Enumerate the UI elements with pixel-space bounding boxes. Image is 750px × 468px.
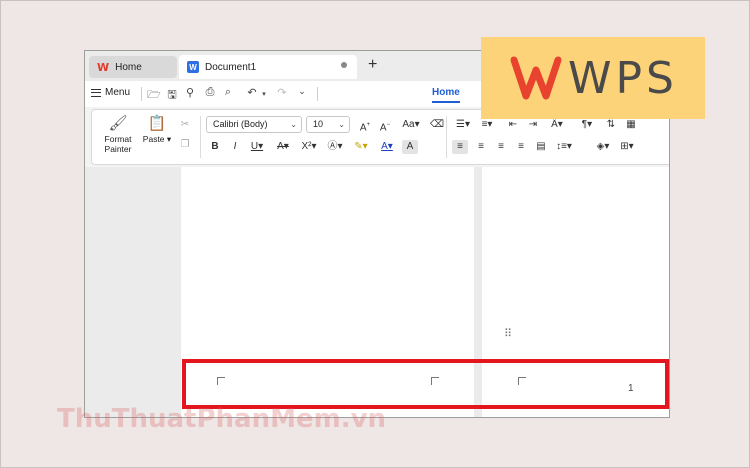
borders-icon[interactable]: ⊞▾ bbox=[616, 140, 638, 154]
undo-dropdown-icon[interactable]: ▾ bbox=[257, 90, 271, 98]
new-tab-button[interactable]: + bbox=[368, 55, 377, 75]
divider bbox=[141, 87, 142, 101]
clear-format-icon[interactable]: ⌫ bbox=[428, 118, 446, 132]
strikethrough-icon[interactable]: A▾ bbox=[272, 140, 294, 154]
shading-icon[interactable]: ◈▾ bbox=[592, 140, 614, 154]
distributed-icon[interactable]: ▤ bbox=[532, 140, 550, 154]
bullets-icon[interactable]: ☰▾ bbox=[452, 118, 474, 132]
chevron-down-icon: ⌄ bbox=[290, 120, 297, 129]
text-effects-icon[interactable]: Ⓐ▾ bbox=[324, 140, 346, 154]
tab-document1[interactable]: W Document1 bbox=[179, 55, 357, 79]
customize-chevron-icon[interactable]: ⌄ bbox=[295, 86, 309, 97]
format-painter-label: Format Painter bbox=[104, 134, 132, 154]
divider bbox=[200, 116, 201, 158]
menu-label: Menu bbox=[105, 87, 131, 98]
format-painter-button[interactable]: 🖌 Format Painter bbox=[100, 114, 136, 154]
writer-document-icon: W bbox=[187, 61, 199, 73]
grow-font-icon[interactable]: A+ bbox=[356, 118, 374, 135]
footer-highlight-box bbox=[182, 359, 669, 409]
justify-icon[interactable]: ≡ bbox=[512, 140, 530, 154]
numbering-icon[interactable]: ≡▾ bbox=[476, 118, 498, 132]
font-color-icon[interactable]: A▾ bbox=[376, 140, 398, 154]
ribbon-tab-home[interactable]: Home bbox=[432, 87, 460, 103]
divider bbox=[317, 87, 318, 101]
divider bbox=[446, 116, 447, 158]
paste-button[interactable]: 📋 Paste ▾ bbox=[140, 114, 174, 144]
tab-home[interactable]: W Home bbox=[89, 56, 177, 78]
unsaved-dot-icon[interactable] bbox=[341, 62, 347, 68]
clipboard-icon: 📋 bbox=[147, 115, 167, 132]
change-case-icon[interactable]: Aa▾ bbox=[398, 118, 424, 132]
align-right-icon[interactable]: ≡ bbox=[492, 140, 510, 154]
font-size-select[interactable]: 10 ⌄ bbox=[306, 116, 350, 133]
tab-document-label: Document1 bbox=[205, 61, 257, 73]
superscript-icon[interactable]: X²▾ bbox=[298, 140, 320, 154]
sort-icon[interactable]: ⇅ bbox=[602, 118, 620, 132]
decrease-indent-icon[interactable]: ⇤ bbox=[504, 118, 522, 132]
wps-logo-icon: W bbox=[97, 60, 110, 74]
italic-icon[interactable]: I bbox=[226, 140, 244, 154]
save-icon[interactable]: 🖫 bbox=[165, 86, 179, 105]
wps-brand-logo: WPS bbox=[481, 37, 705, 119]
font-name-value: Calibri (Body) bbox=[213, 119, 268, 129]
highlight-icon[interactable]: ✎▾ bbox=[350, 140, 372, 154]
wps-logo-text: WPS bbox=[568, 52, 678, 104]
open-icon[interactable]: 🗁 bbox=[147, 86, 161, 105]
paste-label: Paste ▾ bbox=[142, 134, 172, 144]
drag-handle-icon[interactable]: ⠿ bbox=[504, 329, 513, 340]
copy-icon[interactable]: ❐ bbox=[176, 138, 194, 152]
increase-indent-icon[interactable]: ⇥ bbox=[524, 118, 542, 132]
table-border-icon[interactable]: ▦ bbox=[622, 118, 640, 132]
redo-icon[interactable]: ↷ bbox=[275, 86, 289, 99]
format-brush-icon[interactable]: ⚲ bbox=[183, 86, 197, 99]
align-left-icon[interactable]: ≡ bbox=[452, 140, 468, 154]
paragraph-mark-icon[interactable]: ¶▾ bbox=[576, 118, 598, 132]
format-painter-icon: 🖌 bbox=[108, 115, 128, 132]
font-size-value: 10 bbox=[313, 119, 324, 129]
character-shading-icon[interactable]: A bbox=[402, 140, 418, 154]
menu-button[interactable]: Menu bbox=[91, 87, 130, 98]
hamburger-icon bbox=[91, 88, 101, 97]
wps-w-logo-icon bbox=[510, 56, 562, 100]
line-spacing-icon[interactable]: ↕≡▾ bbox=[552, 140, 576, 154]
watermark-text: ThuThuatPhanMem.vn bbox=[57, 404, 387, 434]
print-preview-icon[interactable]: ⌕ bbox=[221, 86, 235, 99]
chevron-down-icon: ⌄ bbox=[338, 120, 345, 129]
font-name-select[interactable]: Calibri (Body) ⌄ bbox=[206, 116, 302, 133]
bold-icon[interactable]: B bbox=[206, 140, 224, 154]
tab-home-label: Home bbox=[115, 61, 142, 73]
chinese-layout-icon[interactable]: Ä▾ bbox=[546, 118, 568, 132]
print-icon[interactable]: ⎙ bbox=[203, 86, 217, 99]
cut-icon[interactable]: ✂ bbox=[176, 118, 194, 132]
underline-icon[interactable]: U▾ bbox=[246, 140, 268, 154]
align-center-icon[interactable]: ≡ bbox=[472, 140, 490, 154]
shrink-font-icon[interactable]: A− bbox=[376, 118, 394, 135]
